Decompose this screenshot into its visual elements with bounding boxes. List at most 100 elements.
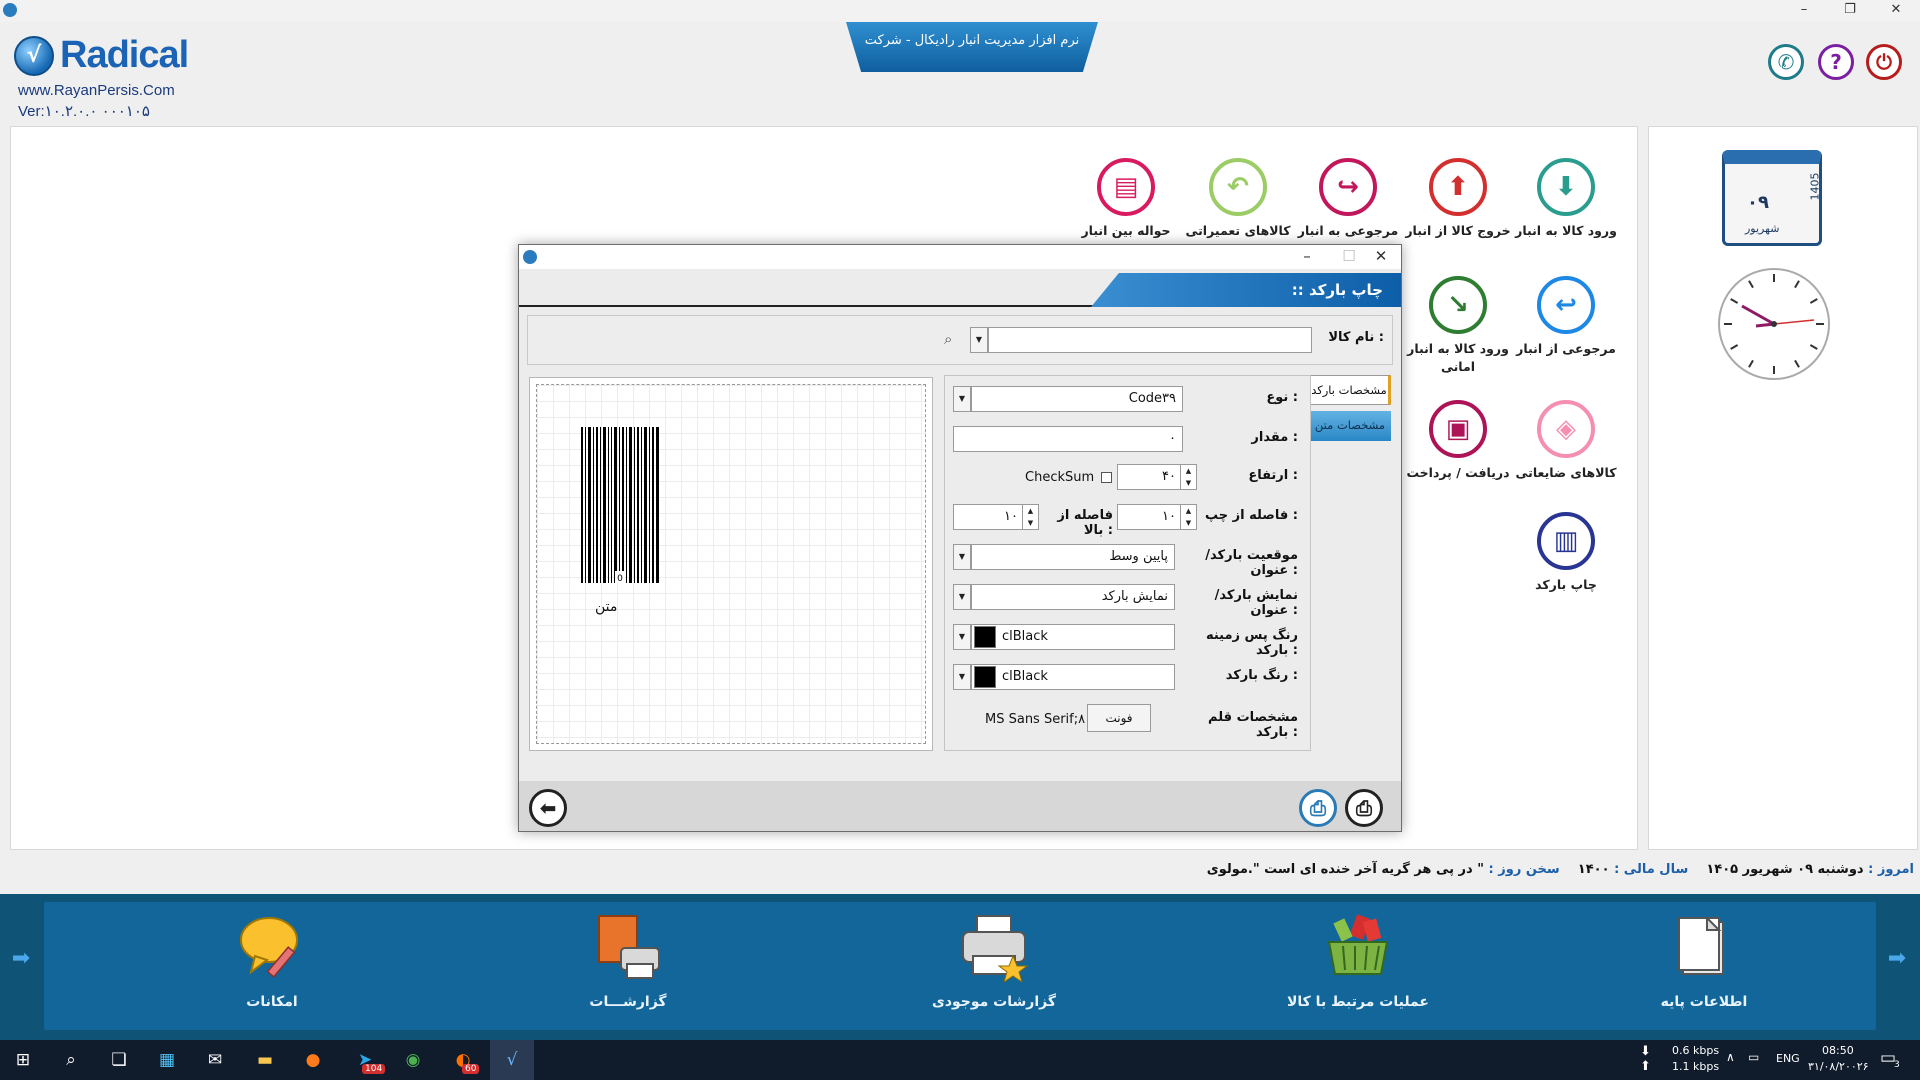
- help-icon[interactable]: ?: [1818, 44, 1854, 80]
- bottom-item-reports[interactable]: گزارشـــات: [508, 912, 748, 1010]
- module-return-out[interactable]: ↩ مرجوعی از انبار: [1506, 276, 1626, 358]
- fiscal-year-value: ۱۴۰۰: [1577, 862, 1610, 877]
- minimize-button[interactable]: –: [1784, 0, 1824, 22]
- module-repair[interactable]: ↶ کالاهای تعمیراتی: [1178, 158, 1298, 240]
- module-consign-in[interactable]: ↘ ورود کالا به انبار امانی: [1398, 276, 1518, 376]
- chrome-icon[interactable]: ◉: [398, 1046, 428, 1074]
- exit-icon[interactable]: ⏻: [1866, 44, 1902, 80]
- dialog-minimize-button[interactable]: –: [1287, 245, 1327, 269]
- height-stepper[interactable]: ۴۰ ▲ ▼: [1117, 464, 1197, 490]
- bottom-item-goods-ops[interactable]: عملیات مرتبط با کالا: [1238, 912, 1478, 1010]
- website-link[interactable]: www.RayanPersis.Com: [18, 82, 175, 99]
- nav-left-arrow-icon[interactable]: ➡: [6, 946, 36, 972]
- stepper-arrows-icon[interactable]: ▲ ▼: [1180, 465, 1196, 489]
- module-barcode[interactable]: ▥ چاپ بارکد: [1506, 512, 1626, 594]
- type-label: نوع :: [1266, 390, 1298, 405]
- bottom-item-stock-reports[interactable]: گزارشات موجودی: [874, 912, 1114, 1010]
- type-dropdown-arrow-icon[interactable]: ▼: [953, 386, 971, 412]
- fiscal-year-label: سال مالی :: [1614, 862, 1689, 877]
- search-taskbar-icon[interactable]: ⌕: [56, 1046, 86, 1074]
- module-payment[interactable]: ▣ دریافت / پرداخت: [1398, 400, 1518, 482]
- font-button[interactable]: فونت: [1087, 704, 1151, 732]
- network-arrows-icon: ⬇ ⬆: [1640, 1044, 1651, 1074]
- box-out-icon: ⬆: [1429, 158, 1487, 216]
- checksum-checkbox[interactable]: [1101, 472, 1112, 483]
- value-input[interactable]: ۰: [953, 426, 1183, 452]
- status-line: امروز : دوشنبه ۰۹ شهریور ۱۴۰۵ سال مالی :…: [0, 862, 1914, 882]
- nav-right-arrow-icon[interactable]: ➡: [1882, 946, 1912, 972]
- calendar-month: شهریور: [1745, 222, 1780, 235]
- logo-text: Radical: [60, 34, 189, 76]
- tab-text-properties[interactable]: مشخصات متن: [1309, 411, 1391, 441]
- background-color-select[interactable]: clBlack: [971, 624, 1175, 650]
- module-transfer[interactable]: ▤ حواله بین انبار: [1066, 158, 1186, 240]
- module-goods-in[interactable]: ⬇ ورود کالا به انبار: [1506, 158, 1626, 240]
- file-explorer-icon[interactable]: ▬: [250, 1046, 280, 1074]
- telegram-badge: 104: [362, 1064, 386, 1074]
- document-icon: ▤: [1097, 158, 1155, 216]
- barcode-graphic-icon: 0: [581, 427, 659, 583]
- product-name-row: نام کالا : ▼ ⌕: [527, 315, 1393, 365]
- dialog-close-button[interactable]: ✕: [1361, 245, 1401, 269]
- close-button[interactable]: ✕: [1876, 0, 1916, 22]
- bottom-item-base-info[interactable]: اطلاعات پایه: [1584, 912, 1824, 1010]
- bottom-item-features[interactable]: امکانات: [152, 912, 392, 1010]
- mail-icon[interactable]: ✉: [200, 1046, 230, 1074]
- language-indicator[interactable]: ENG: [1776, 1052, 1800, 1065]
- preview-canvas: 0 متن: [536, 384, 926, 744]
- window-title-bar: – ❐ ✕: [0, 0, 1920, 22]
- report-printer-icon: [598, 915, 660, 979]
- background-color-dropdown-arrow-icon[interactable]: ▼: [953, 624, 971, 650]
- app-badge: 60: [462, 1064, 480, 1074]
- net-down: 0.6 kbps: [1672, 1044, 1720, 1057]
- task-view-icon[interactable]: ❏: [104, 1046, 134, 1074]
- clock-time[interactable]: 08:50: [1822, 1044, 1854, 1057]
- module-goods-out[interactable]: ⬆ خروج کالا از انبار: [1398, 158, 1518, 240]
- barcode-color-select[interactable]: clBlack: [971, 664, 1175, 690]
- barcode-color-dropdown-arrow-icon[interactable]: ▼: [953, 664, 971, 690]
- firefox-icon[interactable]: ●: [298, 1046, 328, 1074]
- svg-text:0: 0: [617, 574, 623, 583]
- module-waste[interactable]: ◈ کالاهای ضایعاتی: [1506, 400, 1626, 482]
- app-title-ribbon: نرم افزار مدیریت انبار رادیکال - شرکت: [846, 22, 1098, 72]
- today-value: دوشنبه ۰۹ شهریور ۱۴۰۵: [1706, 862, 1864, 877]
- analog-clock: [1718, 268, 1830, 380]
- store-icon[interactable]: ▦: [152, 1046, 182, 1074]
- phone-icon[interactable]: ✆: [1768, 44, 1804, 80]
- top-distance-stepper[interactable]: ۱۰ ▲ ▼: [953, 504, 1039, 530]
- restore-button[interactable]: ❐: [1830, 0, 1870, 22]
- calendar-year: 1405: [1808, 172, 1822, 201]
- windows-start-icon[interactable]: ⊞: [8, 1046, 38, 1074]
- diagonal-arrow-icon: ↘: [1429, 276, 1487, 334]
- radical-taskbar-icon[interactable]: √: [490, 1040, 534, 1080]
- type-select[interactable]: Code۳۹: [971, 386, 1183, 412]
- preview-text-label[interactable]: متن: [595, 599, 617, 615]
- display-select[interactable]: نمایش بارکد: [971, 584, 1175, 610]
- logo-mark-icon: √: [14, 36, 54, 76]
- search-icon[interactable]: ⌕: [944, 330, 952, 348]
- display-dropdown-arrow-icon[interactable]: ▼: [953, 584, 971, 610]
- value-label: مقدار :: [1251, 430, 1298, 445]
- barcode-properties-panel: نوع : ▼ Code۳۹ مقدار : ۰ ارتفاع : ۴۰ ▲ ▼ …: [944, 375, 1311, 751]
- back-arrow-icon[interactable]: ⬅: [529, 789, 567, 827]
- product-name-input[interactable]: [988, 327, 1312, 353]
- product-dropdown-arrow-icon[interactable]: ▼: [970, 327, 988, 353]
- module-return-in[interactable]: ↪ مرجوعی به انبار: [1288, 158, 1408, 240]
- left-distance-stepper[interactable]: ۱۰ ▲ ▼: [1117, 504, 1197, 530]
- tab-barcode-properties[interactable]: مشخصات بارکد: [1309, 375, 1391, 405]
- position-dropdown-arrow-icon[interactable]: ▼: [953, 544, 971, 570]
- stepper-arrows-icon[interactable]: ▲ ▼: [1022, 505, 1038, 529]
- stepper-arrows-icon[interactable]: ▲ ▼: [1180, 505, 1196, 529]
- notification-count: 3: [1894, 1060, 1900, 1070]
- position-select[interactable]: پایین وسط: [971, 544, 1175, 570]
- print-preview-icon[interactable]: ⎙: [1299, 789, 1337, 827]
- print-icon[interactable]: ⎙: [1345, 789, 1383, 827]
- dialog-title-bar: – ☐ ✕: [519, 245, 1401, 269]
- clock-date[interactable]: ۳۱/۰۸/۲۰۰۲۶: [1808, 1060, 1869, 1073]
- font-properties-label: مشخصات قلم بارکد :: [1208, 710, 1298, 740]
- barcode-icon: ▥: [1537, 512, 1595, 570]
- basket-icon: [1327, 914, 1389, 975]
- return-left-icon: ↩: [1537, 276, 1595, 334]
- network-icon[interactable]: ▭: [1748, 1050, 1759, 1064]
- tray-chevron-icon[interactable]: ∧: [1726, 1050, 1735, 1064]
